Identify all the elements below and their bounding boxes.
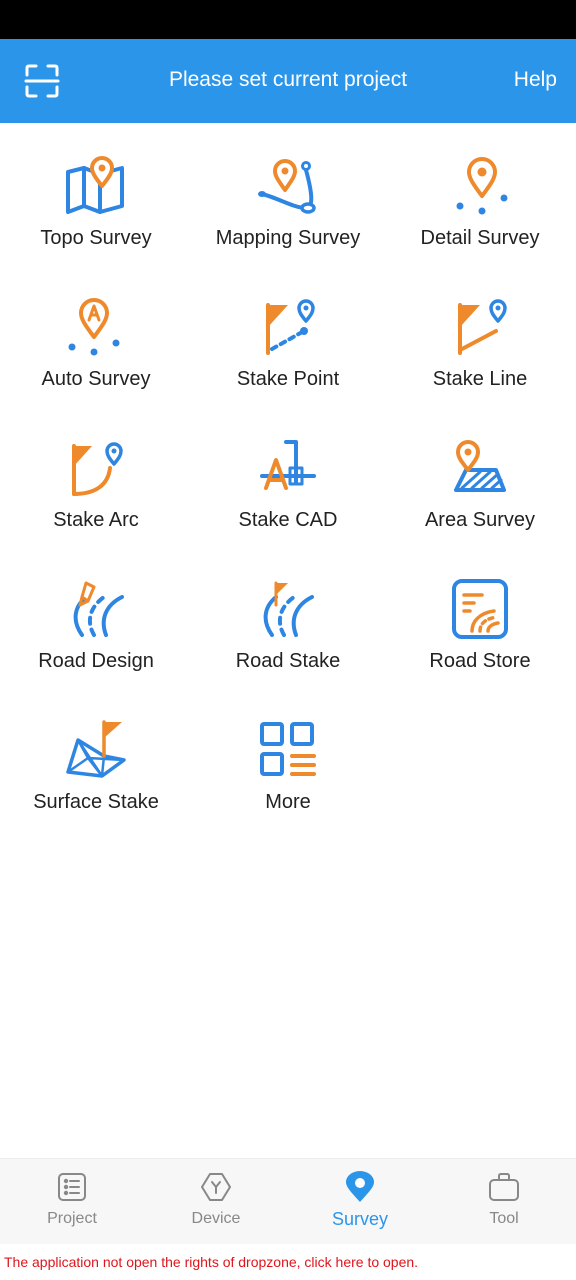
road-stake-tile[interactable]: Road Stake: [192, 563, 384, 693]
page-title: Please set current project: [168, 68, 408, 91]
permission-notice-link[interactable]: The application not open the rights of d…: [4, 1254, 418, 1270]
stake-arc-tile[interactable]: Stake Arc: [0, 422, 192, 552]
stake-line-icon: [448, 295, 512, 359]
app-header: Please set current project Help: [0, 39, 576, 123]
tile-label: Area Survey: [424, 509, 536, 531]
tab-label: Survey: [331, 1209, 389, 1229]
road-stake-icon: [256, 577, 320, 641]
surface-stake-icon: [64, 718, 128, 782]
road-design-icon: [64, 577, 128, 641]
tab-survey[interactable]: Survey: [288, 1159, 432, 1245]
road-store-icon: [448, 577, 512, 641]
tab-label: Tool: [489, 1210, 519, 1227]
road-store-tile[interactable]: Road Store: [384, 563, 576, 693]
auto-survey-icon: [64, 295, 128, 359]
detail-survey-tile[interactable]: Detail Survey: [384, 140, 576, 270]
stake-cad-tile[interactable]: Stake CAD: [192, 422, 384, 552]
more-tile[interactable]: More: [192, 704, 384, 834]
list-icon: [56, 1171, 88, 1203]
tab-project[interactable]: Project: [0, 1159, 144, 1245]
stake-point-tile[interactable]: Stake Point: [192, 281, 384, 411]
area-survey-tile[interactable]: Area Survey: [384, 422, 576, 552]
device-icon: [200, 1171, 232, 1203]
location-pin-icon: [344, 1171, 376, 1203]
mapping-survey-icon: [256, 154, 320, 218]
stake-line-tile[interactable]: Stake Line: [384, 281, 576, 411]
tile-label: Surface Stake: [33, 791, 159, 813]
tab-device[interactable]: Device: [144, 1159, 288, 1245]
tile-label: Detail Survey: [420, 227, 540, 249]
topo-survey-icon: [64, 154, 128, 218]
tile-label: Mapping Survey: [215, 227, 361, 249]
tab-label: Device: [191, 1210, 241, 1227]
road-design-tile[interactable]: Road Design: [0, 563, 192, 693]
stake-arc-icon: [64, 436, 128, 500]
detail-survey-icon: [448, 154, 512, 218]
topo-survey-tile[interactable]: Topo Survey: [0, 140, 192, 270]
stake-point-icon: [256, 295, 320, 359]
tab-label: Project: [47, 1210, 97, 1227]
surface-stake-tile[interactable]: Surface Stake: [0, 704, 192, 834]
tile-label: Auto Survey: [41, 368, 151, 390]
tile-label: Stake Line: [432, 368, 528, 390]
tile-label: Road Store: [429, 650, 531, 672]
bottom-nav: Project Device Survey Tool: [0, 1158, 576, 1244]
more-grid-icon: [256, 718, 320, 782]
tile-label: Road Design: [38, 650, 154, 672]
tab-tool[interactable]: Tool: [432, 1159, 576, 1245]
tile-label: Topo Survey: [40, 227, 152, 249]
tile-label: Stake Point: [236, 368, 340, 390]
tile-label: Stake CAD: [238, 509, 338, 531]
tile-label: Road Stake: [235, 650, 341, 672]
scan-button[interactable]: [22, 61, 62, 101]
tile-label: More: [265, 791, 311, 813]
scan-frame-icon: [24, 64, 60, 98]
status-bar: [0, 0, 576, 39]
help-button[interactable]: Help: [514, 68, 557, 92]
area-survey-icon: [448, 436, 512, 500]
auto-survey-tile[interactable]: Auto Survey: [0, 281, 192, 411]
mapping-survey-tile[interactable]: Mapping Survey: [192, 140, 384, 270]
stake-cad-icon: [256, 436, 320, 500]
tile-label: Stake Arc: [53, 509, 139, 531]
toolbox-icon: [488, 1171, 520, 1203]
